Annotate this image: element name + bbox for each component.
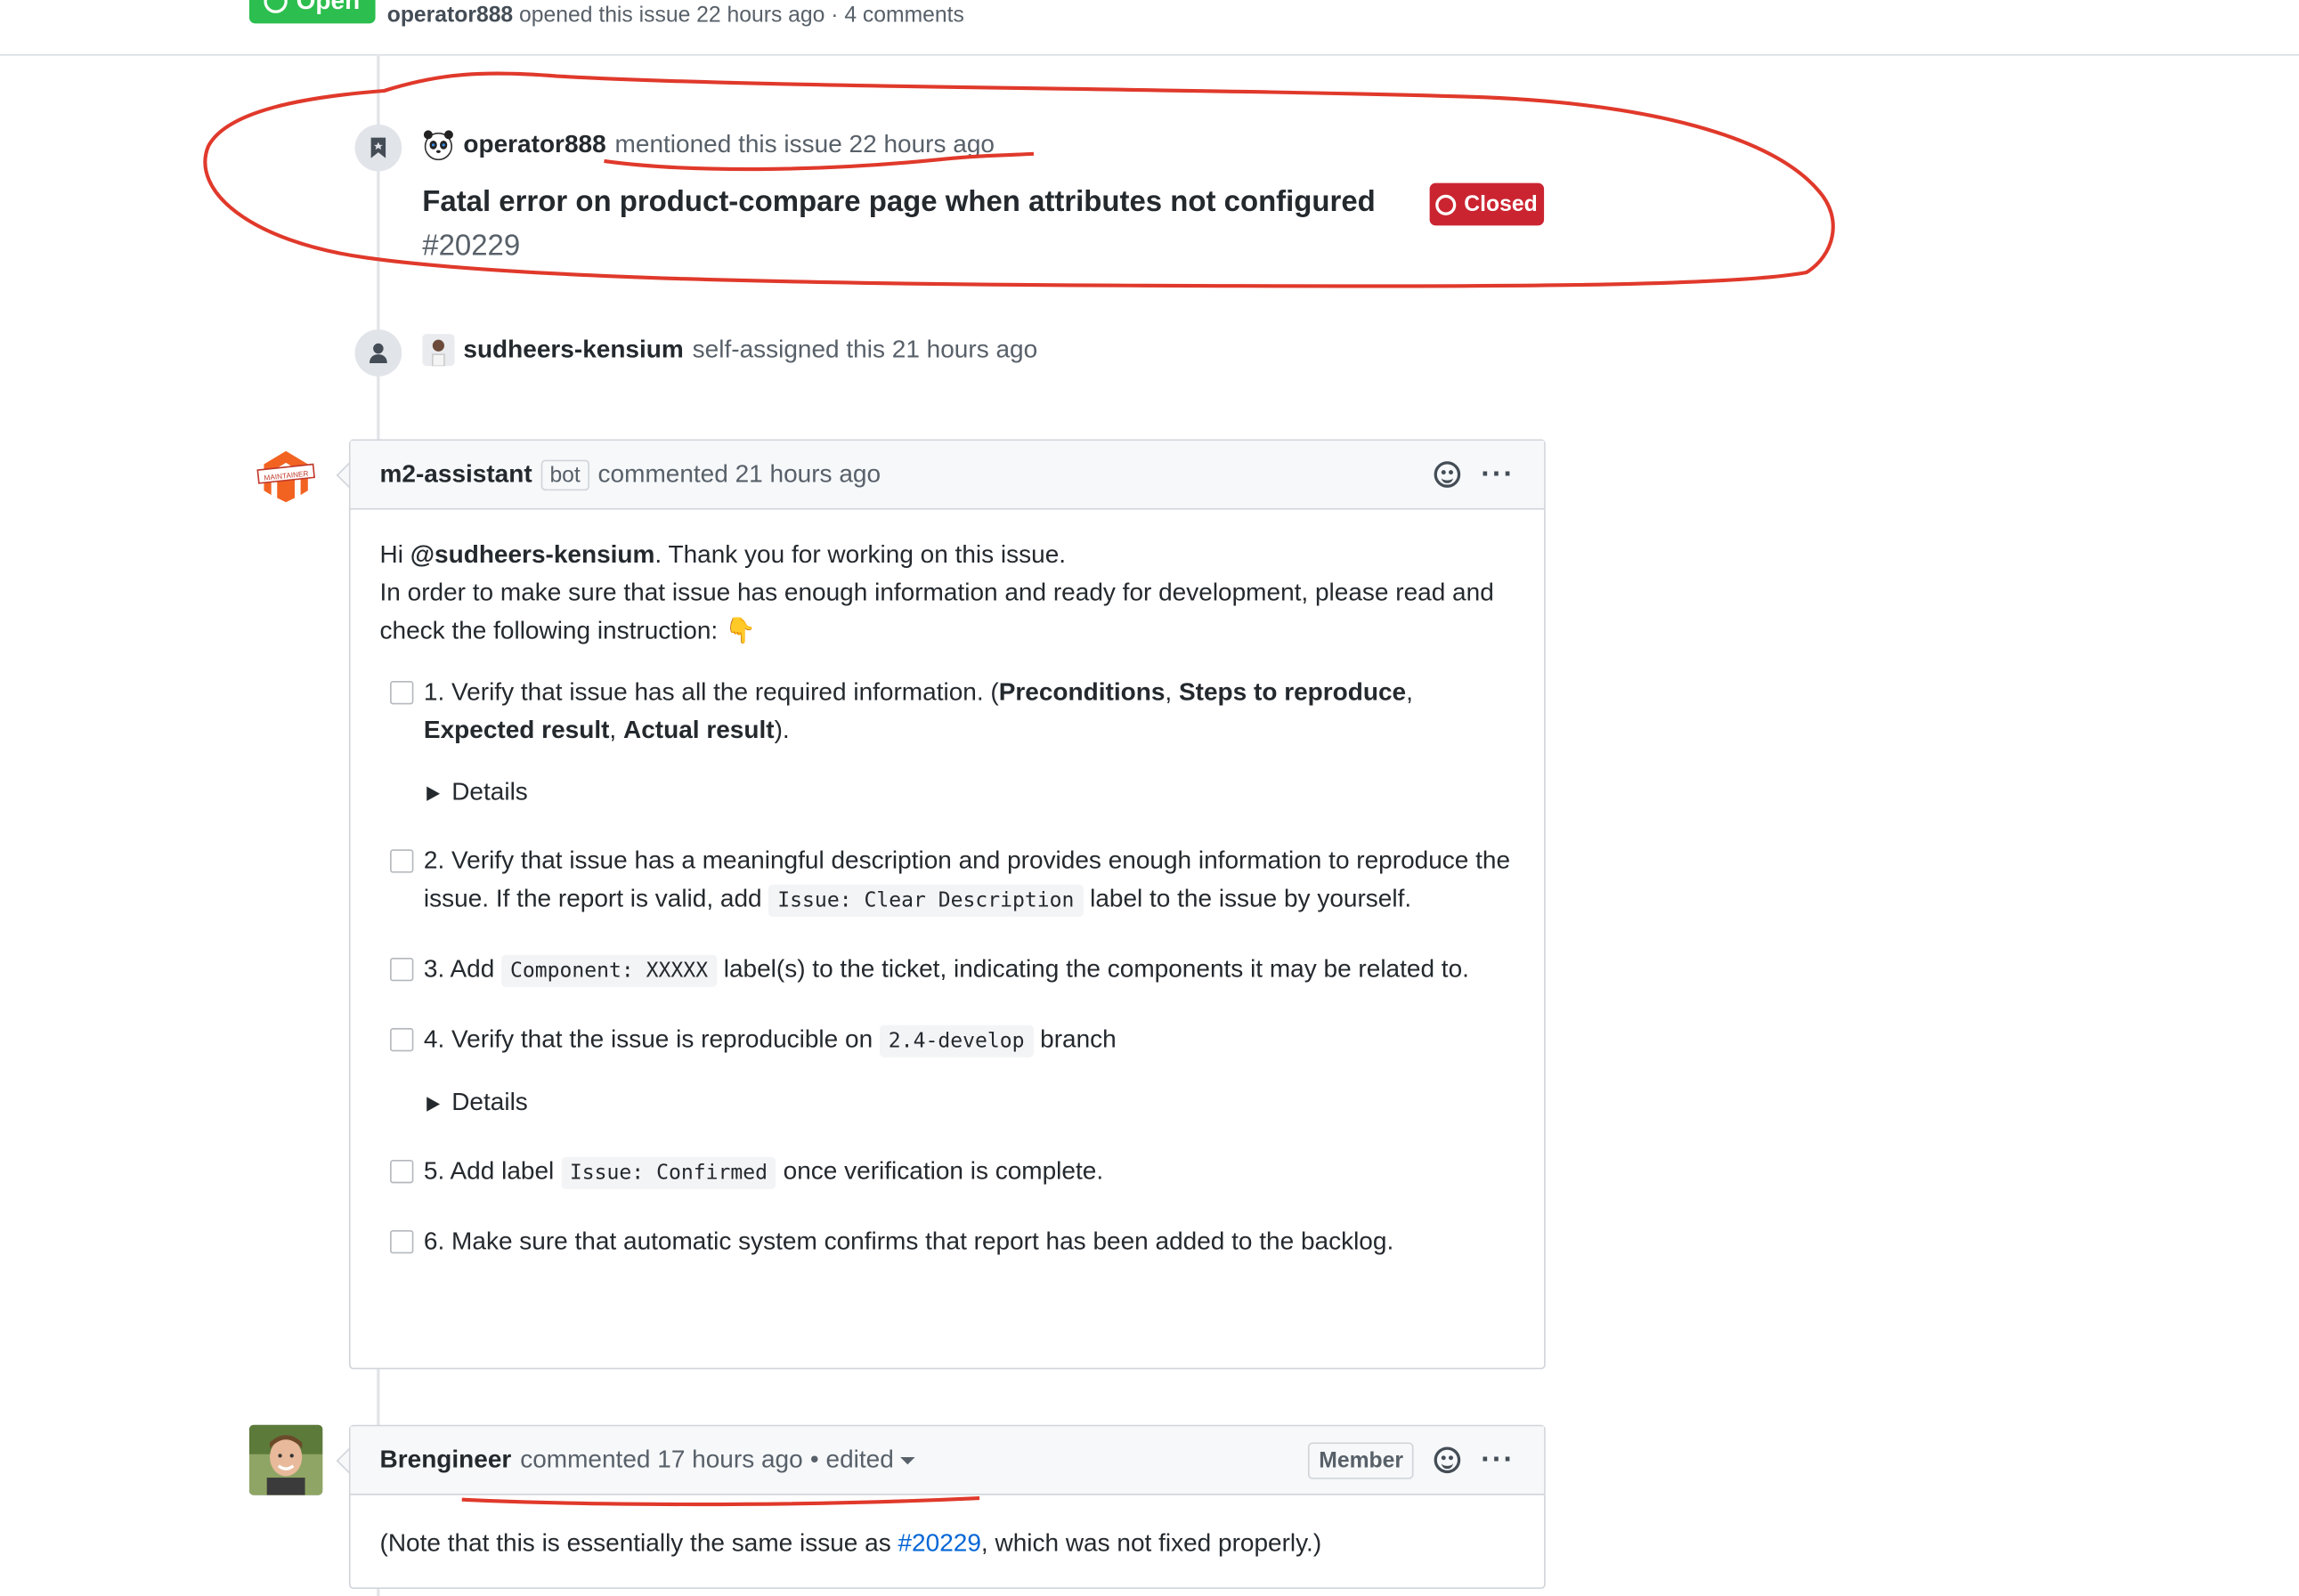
chevron-down-icon [899,1456,914,1465]
comment-body: (Note that this is essentially the same … [379,1528,1322,1557]
timeline-line [377,53,380,440]
comment-author-link[interactable]: Brengineer [380,1446,512,1475]
mention-actor-link[interactable]: operator888 [463,130,605,159]
label-code: Issue: Confirmed [561,1156,776,1189]
branch-code: 2.4-develop [879,1025,1034,1057]
referenced-issue-title[interactable]: Fatal error on product-compare page when… [422,186,1376,220]
comment-actions: ··· [1434,441,1515,508]
issue-open-icon [264,0,288,13]
task-item: 2. Verify that issue has a meaningful de… [380,842,1515,920]
task-item: 5. Add label Issue: Confirmed once verif… [380,1153,1515,1192]
user-avatar-icon[interactable] [422,334,455,367]
closed-state-badge: Closed [1429,182,1545,226]
bookmark-icon [354,124,402,172]
smiley-icon[interactable] [1434,1446,1461,1474]
assign-event: sudheers-kensium self-assigned this 21 h… [422,334,1038,367]
smiley-icon[interactable] [1434,461,1461,488]
task-checkbox[interactable] [390,1229,414,1254]
edited-dropdown[interactable]: • edited [810,1446,914,1475]
triangle-right-icon [426,785,441,801]
comment-author-link[interactable]: m2-assistant [380,460,532,490]
task-item: 1. Verify that issue has all the require… [380,674,1515,812]
task-item: 3. Add Component: XXXXX label(s) to the … [380,951,1515,990]
member-comment: Brengineer commented 17 hours ago • edit… [348,1424,1546,1590]
state-label: Open [296,0,361,15]
issue-author-link[interactable]: operator888 [387,3,513,28]
brengineer-avatar[interactable] [248,1424,323,1495]
comment-actions: Member ··· [1308,1426,1515,1494]
panda-avatar-icon[interactable] [422,129,454,161]
task-checkbox[interactable] [390,849,414,873]
task-checkbox[interactable] [390,681,414,705]
mention-event: operator888 mentioned this issue 22 hour… [422,129,995,161]
issue-closed-icon [1436,193,1458,215]
label-code: Issue: Clear Description [768,884,1084,917]
kebab-icon[interactable]: ··· [1481,460,1515,490]
timeline-line [377,1367,380,1427]
intro-text: In order to make sure that issue has eno… [379,578,1494,644]
task-item: 4. Verify that the issue is reproducible… [380,1021,1515,1122]
task-checkbox[interactable] [390,957,414,982]
issue-link[interactable]: #20229 [898,1529,980,1557]
comment-header: Brengineer commented 17 hours ago • edit… [350,1426,1545,1495]
issue-meta-text: opened this issue 22 hours ago · 4 comme… [519,3,964,28]
issue-header: Open operator888 opened this issue 22 ho… [0,0,2299,56]
greeting-line: Hi @sudheers-kensium. Thank you for work… [379,540,1067,569]
issue-timeline: Open operator888 opened this issue 22 ho… [0,0,2299,1596]
task-list: 1. Verify that issue has all the require… [380,674,1515,1261]
person-icon [354,329,402,377]
maintainer-avatar[interactable]: MAINTAINER [249,441,322,514]
label-code: Component: XXXXX [501,954,717,987]
task-item: 6. Make sure that automatic system confi… [380,1223,1515,1261]
comment-body: Hi @sudheers-kensium. Thank you for work… [351,510,1544,1318]
assign-actor-link[interactable]: sudheers-kensium [463,336,683,365]
details-toggle[interactable]: Details [426,1083,1515,1122]
assign-action-text: self-assigned this 21 hours ago [692,335,1038,364]
bot-label: bot [540,458,589,490]
task-checkbox[interactable] [390,1159,414,1184]
mention-action-text[interactable]: mentioned this issue 22 hours ago [615,130,995,159]
comment-header: m2-assistant bot commented 21 hours ago … [350,441,1545,510]
comment-timestamp[interactable]: commented 21 hours ago [598,460,881,490]
referenced-issue-number: #20229 [422,230,521,263]
details-toggle[interactable]: Details [426,774,1515,812]
issue-meta: operator888 opened this issue 22 hours a… [387,3,964,28]
user-mention-link[interactable]: @sudheers-kensium [410,540,655,568]
open-state-badge: Open [248,0,376,24]
task-checkbox[interactable] [390,1027,414,1052]
closed-label: Closed [1464,191,1538,217]
comment-timestamp[interactable]: commented 17 hours ago [520,1446,802,1475]
triangle-right-icon [426,1096,441,1111]
bot-comment: m2-assistant bot commented 21 hours ago … [348,439,1546,1370]
kebab-icon[interactable]: ··· [1481,1446,1515,1475]
member-badge: Member [1308,1441,1414,1479]
